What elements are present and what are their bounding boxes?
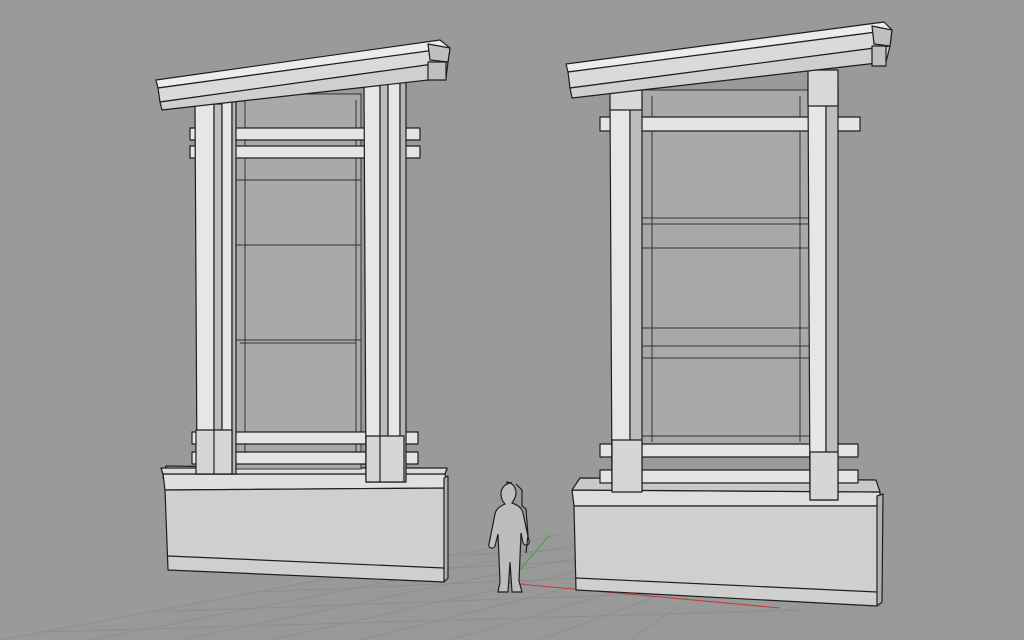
right-sign-right-posts [807, 69, 839, 501]
left-sign-right-posts [363, 79, 407, 483]
rhino-3d-viewport[interactable] [0, 0, 1024, 640]
left-sign-base [160, 465, 449, 583]
viewport-canvas[interactable] [0, 0, 1024, 640]
right-sign-cap [565, 21, 893, 99]
left-sign-left-posts [194, 99, 237, 475]
right-monument-sign[interactable] [565, 21, 893, 607]
left-monument-sign[interactable] [155, 39, 451, 583]
right-sign-left-posts [609, 89, 643, 493]
right-sign-panel [639, 89, 811, 451]
